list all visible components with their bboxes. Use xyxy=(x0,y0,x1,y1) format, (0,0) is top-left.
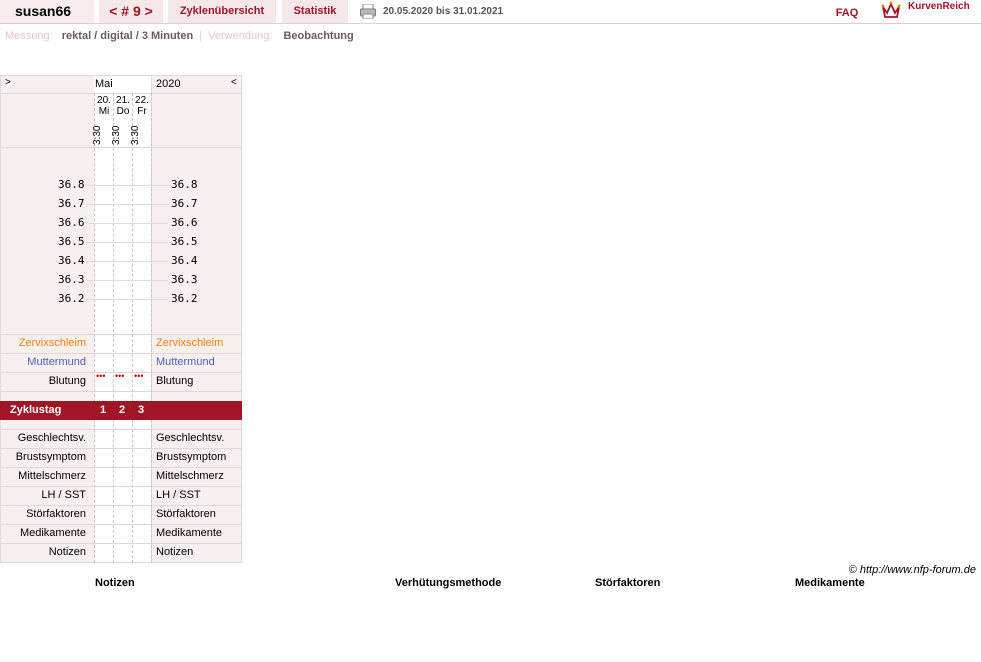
day-column-header[interactable]: 20. Mi xyxy=(96,95,112,117)
username: susan66 xyxy=(0,0,94,23)
printer-icon[interactable] xyxy=(360,4,376,19)
day-weekday: Fr xyxy=(137,106,147,117)
cervix-label: Zervixschleim xyxy=(18,337,86,349)
os-label: Muttermund xyxy=(27,356,86,368)
usage-label: Verwendung: xyxy=(208,30,273,42)
temperature-gridline xyxy=(86,242,168,243)
cycle-day-row: Zyklustag 1 2 3 xyxy=(0,401,242,420)
row-label-mittelschmerz: Mittelschmerz xyxy=(18,470,86,482)
cycle-day-3: 3 xyxy=(138,404,145,416)
day-date: 21. xyxy=(116,95,130,106)
temperature-tick-right: 36.4 xyxy=(171,254,198,267)
day-weekday: Do xyxy=(116,106,130,117)
day-weekday: Mi xyxy=(98,106,110,117)
date-range: 20.05.2020 bis 31.01.2021 xyxy=(358,0,538,23)
temperature-tick-left: 36.3 xyxy=(58,273,85,286)
temperature-tick-left: 36.2 xyxy=(58,292,85,305)
temperature-tick-right: 36.3 xyxy=(171,273,198,286)
temperature-tick-left: 36.8 xyxy=(58,178,85,191)
temperature-gridline xyxy=(86,185,168,186)
bleeding-mark-day1[interactable]: ••• xyxy=(96,371,105,381)
statistics-link[interactable]: Statistik xyxy=(282,0,348,23)
row-label-right-st-rfaktoren: Störfaktoren xyxy=(156,508,216,520)
temperature-tick-left: 36.4 xyxy=(58,254,85,267)
temperature-gridline xyxy=(86,223,168,224)
day-date: 22. xyxy=(135,95,149,106)
cycle-overview-link[interactable]: Zyklenübersicht xyxy=(168,0,276,23)
temperature-gridline xyxy=(86,261,168,262)
temperature-tick-left: 36.7 xyxy=(58,197,85,210)
day-column-header[interactable]: 22. Fr xyxy=(134,95,150,117)
row-label-right-notizen: Notizen xyxy=(156,546,194,558)
copyright[interactable]: © http://www.nfp-forum.de xyxy=(849,564,976,576)
row-label-right-mittelschmerz: Mittelschmerz xyxy=(156,470,224,482)
year-label: 2020 xyxy=(156,78,181,90)
next-cycle-arrow[interactable]: < xyxy=(231,77,237,88)
cycle-day-1: 1 xyxy=(100,404,107,416)
temperature-gridline xyxy=(86,204,168,205)
temperature-tick-right: 36.6 xyxy=(171,216,198,229)
temperature-tick-right: 36.8 xyxy=(171,178,198,191)
brand-name: KurvenReich xyxy=(908,1,970,12)
top-navigation-bar: susan66 < # 9 > Zyklenübersicht Statisti… xyxy=(0,0,981,24)
footer-medication-heading: Medikamente xyxy=(795,577,865,589)
row-label-medikamente: Medikamente xyxy=(19,527,86,539)
temperature-gridline xyxy=(86,280,168,281)
row-label-notizen: Notizen xyxy=(48,546,86,558)
row-label-geschlechtsv: Geschlechtsv. xyxy=(17,432,86,444)
row-label-lh-sst: LH / SST xyxy=(41,489,86,501)
meta-separator: | xyxy=(199,30,203,42)
row-label-right-lh-sst: LH / SST xyxy=(156,489,201,501)
crown-logo-icon xyxy=(881,1,901,18)
measurement-info: Messung: rektal / digital / 3 Minuten | … xyxy=(5,30,354,42)
bleeding-mark-day3[interactable]: ••• xyxy=(134,371,143,381)
cervix-label-right: Zervixschleim xyxy=(156,337,224,349)
temperature-tick-right: 36.7 xyxy=(171,197,198,210)
day-column-header[interactable]: 21. Do xyxy=(115,95,131,117)
faq-link[interactable]: FAQ xyxy=(830,2,864,25)
temperature-tick-right: 36.2 xyxy=(171,292,198,305)
month-label: Mai xyxy=(95,78,113,90)
bleeding-label: Blutung xyxy=(48,375,86,387)
day-time: 3:30 xyxy=(130,125,141,145)
day-time: 3:30 xyxy=(111,125,122,145)
prev-cycle-arrow[interactable]: > xyxy=(5,77,11,88)
temperature-tick-left: 36.6 xyxy=(58,216,85,229)
temperature-gridline xyxy=(86,299,168,300)
temperature-tick-left: 36.5 xyxy=(58,235,85,248)
cycle-day-label: Zyklustag xyxy=(10,404,62,416)
row-label-right-geschlechtsv: Geschlechtsv. xyxy=(156,432,225,444)
day-date: 20. xyxy=(97,95,111,106)
bleeding-mark-day2[interactable]: ••• xyxy=(115,371,124,381)
cycle-navigation[interactable]: < # 9 > xyxy=(99,0,163,23)
page: susan66 < # 9 > Zyklenübersicht Statisti… xyxy=(0,0,981,662)
footer-notes-heading: Notizen xyxy=(95,577,135,589)
row-label-brustsymptom: Brustsymptom xyxy=(15,451,86,463)
day-time: 3:30 xyxy=(92,125,103,145)
usage-value: Beobachtung xyxy=(283,30,354,42)
bleeding-label-right: Blutung xyxy=(156,375,194,387)
footer-contraception-heading: Verhütungsmethode xyxy=(395,577,502,589)
os-label-right: Muttermund xyxy=(156,356,215,368)
date-range-text: 20.05.2020 bis 31.01.2021 xyxy=(383,6,504,17)
cycle-chart: > Mai 2020 < 20. Mi 3:30 21. Do 3:30 22. Fr 3:30… xyxy=(0,75,242,563)
row-label-st-rfaktoren: Störfaktoren xyxy=(26,508,86,520)
row-label-right-brustsymptom: Brustsymptom xyxy=(156,451,227,463)
row-label-right-medikamente: Medikamente xyxy=(156,527,223,539)
footer-disturbances-heading: Störfaktoren xyxy=(595,577,661,589)
temperature-tick-right: 36.5 xyxy=(171,235,198,248)
measure-label: Messung: xyxy=(5,30,53,42)
measure-value: rektal / digital / 3 Minuten xyxy=(61,30,194,42)
brand-logo[interactable]: KurvenReich xyxy=(879,0,981,23)
cycle-day-2: 2 xyxy=(119,404,126,416)
